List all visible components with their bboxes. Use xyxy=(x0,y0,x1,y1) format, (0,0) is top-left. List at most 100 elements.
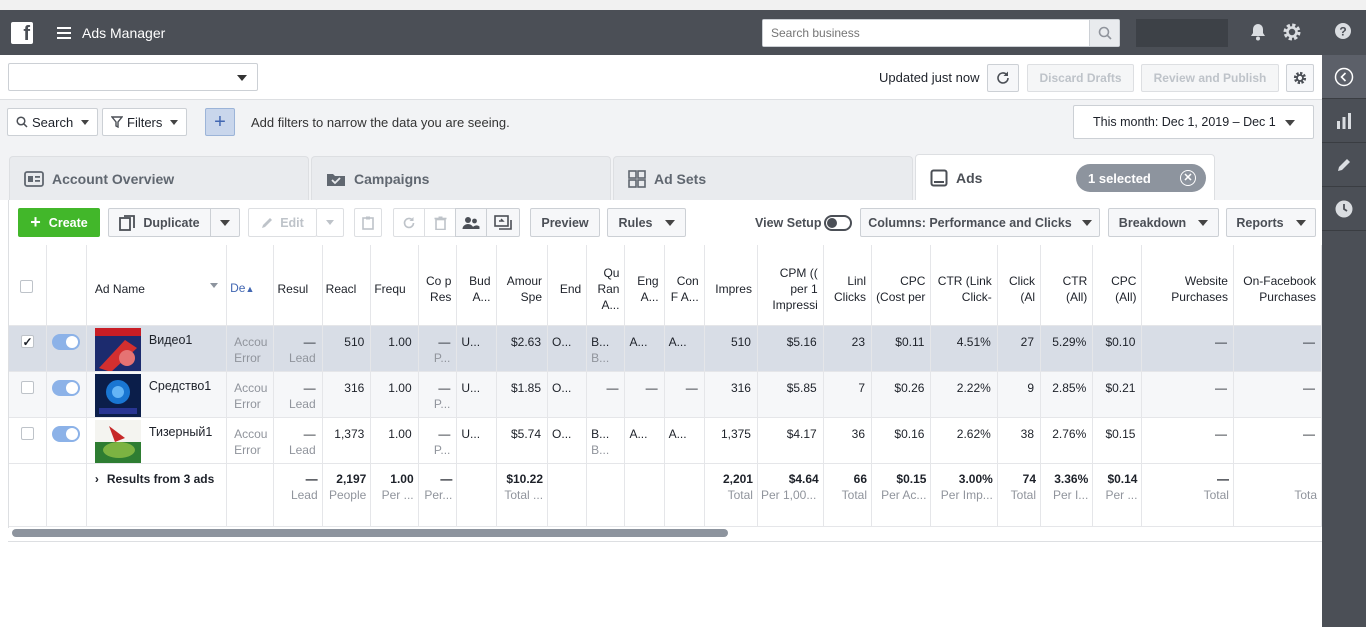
col-cost-per-result[interactable]: Co p Res xyxy=(418,245,458,326)
refresh-button[interactable] xyxy=(987,64,1019,92)
expand-results-cell[interactable]: › Results from 3 ads xyxy=(86,463,228,527)
search-icon[interactable] xyxy=(1089,20,1119,46)
ab-test-button[interactable] xyxy=(486,208,520,237)
date-range-picker[interactable]: This month: Dec 1, 2019 – Dec 1 xyxy=(1073,105,1314,139)
notifications-bell-icon[interactable] xyxy=(1248,22,1268,45)
col-delivery[interactable]: De▲ xyxy=(226,245,275,326)
clipboard-button[interactable] xyxy=(354,208,382,237)
search-business-input[interactable] xyxy=(763,20,1089,46)
add-filter-plus-icon[interactable]: + xyxy=(205,108,235,136)
duplicate-button[interactable]: Duplicate xyxy=(108,208,211,237)
row-checkbox[interactable] xyxy=(20,334,34,348)
history-clock-icon[interactable] xyxy=(1322,187,1366,231)
ad-name[interactable]: Видео1 xyxy=(149,333,192,347)
view-setup-toggle[interactable] xyxy=(824,215,852,231)
delete-button[interactable] xyxy=(424,208,456,237)
account-settings-button[interactable] xyxy=(1286,64,1314,92)
col-clicks-all[interactable]: Click (Al xyxy=(997,245,1042,326)
horizontal-scrollbar[interactable] xyxy=(12,529,728,537)
tab-ads[interactable]: Ads 1 selected ✕ xyxy=(915,154,1215,200)
scroll-track xyxy=(8,541,1322,542)
col-label: CPM (( per 1 Impressi xyxy=(772,265,818,312)
create-button[interactable]: + Create xyxy=(18,208,100,237)
rules-button[interactable]: Rules xyxy=(607,208,686,237)
col-website-purchases[interactable]: Website Purchases xyxy=(1141,245,1234,326)
ad-name-cell[interactable]: Тизерный1 xyxy=(86,417,228,464)
col-budget[interactable]: Bud A... xyxy=(456,245,497,326)
account-switcher[interactable] xyxy=(1136,19,1228,47)
filters-button[interactable]: Filters xyxy=(102,108,188,136)
columns-button[interactable]: Columns: Performance and Clicks xyxy=(860,208,1100,237)
ad-name[interactable]: Тизерный1 xyxy=(149,425,212,439)
tab-account-overview[interactable]: Account Overview xyxy=(9,156,309,200)
col-ad-name[interactable]: Ad Name xyxy=(86,245,228,326)
col-quality-ranking[interactable]: Qu Ran A... xyxy=(586,245,626,326)
col-results[interactable]: Resul xyxy=(273,245,323,326)
settings-gear-icon[interactable] xyxy=(1282,22,1302,45)
reports-button[interactable]: Reports xyxy=(1226,208,1316,237)
search-filter-button[interactable]: Search xyxy=(7,108,99,136)
selected-count-chip[interactable]: 1 selected ✕ xyxy=(1076,164,1206,192)
val: 1,373 xyxy=(334,426,365,441)
col-conversion-ranking[interactable]: Con F A... xyxy=(664,245,705,326)
select-all-checkbox[interactable] xyxy=(19,280,33,294)
facebook-logo-icon[interactable]: f xyxy=(11,21,33,44)
sort-asc-icon: ▲ xyxy=(245,284,255,295)
col-ends[interactable]: End xyxy=(547,245,588,326)
row-checkbox[interactable] xyxy=(20,380,34,394)
col-ctr[interactable]: CTR (Link Click- xyxy=(930,245,998,326)
audience-button[interactable] xyxy=(455,208,487,237)
table-row[interactable]: Средство1 Accou Error — Lead 316 1.00— P... U...… xyxy=(9,371,1322,418)
edit-pencil-icon[interactable] xyxy=(1322,143,1366,187)
search-business-field[interactable] xyxy=(762,19,1120,47)
review-publish-button[interactable]: Review and Publish xyxy=(1141,64,1279,92)
breakdown-button[interactable]: Breakdown xyxy=(1108,208,1219,237)
col-reach[interactable]: Reacl xyxy=(322,245,372,326)
col-impressions[interactable]: Impres xyxy=(704,245,758,326)
col-cpm[interactable]: CPM (( per 1 Impressi xyxy=(757,245,824,326)
ad-thumbnail[interactable] xyxy=(94,373,141,418)
table-row[interactable]: Видео1AccouError—Lead5101.00—P...U...$2.… xyxy=(9,325,1322,372)
total-results: — Lead xyxy=(273,463,323,527)
ad-account-dropdown[interactable] xyxy=(8,63,258,91)
charts-icon[interactable] xyxy=(1322,99,1366,143)
col-onfacebook-purchases[interactable]: On-Facebook Purchases xyxy=(1233,245,1322,326)
menu-icon[interactable] xyxy=(57,26,71,39)
tab-ad-sets[interactable]: Ad Sets xyxy=(613,156,913,200)
col-link-clicks[interactable]: Linl Clicks xyxy=(823,245,873,326)
ad-status-toggle[interactable] xyxy=(52,379,81,396)
ad-thumbnail[interactable] xyxy=(94,327,141,372)
discard-changes-button[interactable] xyxy=(393,208,425,237)
row-checkbox[interactable] xyxy=(20,426,34,440)
ad-status-toggle[interactable] xyxy=(52,425,81,442)
duplicate-dropdown[interactable] xyxy=(210,208,240,237)
discard-drafts-button[interactable]: Discard Drafts xyxy=(1027,64,1134,92)
edit-button[interactable]: Edit xyxy=(248,208,317,237)
col-label: De xyxy=(230,281,246,296)
col-ctr-all[interactable]: CTR (All) xyxy=(1040,245,1094,326)
clear-selection-icon[interactable]: ✕ xyxy=(1180,170,1196,186)
duplicate-icon xyxy=(119,214,136,231)
ad-status-toggle[interactable] xyxy=(52,333,81,350)
preview-button[interactable]: Preview xyxy=(530,208,600,237)
col-cpc-all[interactable]: CPC (All) xyxy=(1092,245,1143,326)
ad-name[interactable]: Средство1 xyxy=(149,379,211,393)
cell-onfb: — xyxy=(1233,325,1322,372)
cell-link: 7 xyxy=(823,371,873,418)
ad-name-cell[interactable]: Средство1 xyxy=(86,371,228,418)
ad-thumbnail[interactable] xyxy=(94,419,141,464)
col-frequency[interactable]: Frequ xyxy=(370,245,419,326)
val: O... xyxy=(552,426,572,441)
col-amount-spent[interactable]: Amour Spe xyxy=(496,245,549,326)
table-row[interactable]: Тизерный1 Accou Error — Lead 1,373 1.00— P... U.… xyxy=(9,417,1322,464)
edit-dropdown[interactable] xyxy=(316,208,344,237)
collapse-panel-icon[interactable] xyxy=(1322,55,1366,99)
help-icon[interactable]: ? xyxy=(1334,22,1352,43)
ad-name-cell[interactable]: Видео1 xyxy=(86,325,228,372)
cell-cpr: — P... xyxy=(418,325,458,372)
val: 66 xyxy=(853,471,868,486)
tab-campaigns[interactable]: Campaigns xyxy=(311,156,611,200)
val: Accou xyxy=(234,380,268,395)
col-cpc[interactable]: CPC (Cost per xyxy=(871,245,932,326)
col-engagement-ranking[interactable]: Eng A... xyxy=(624,245,665,326)
